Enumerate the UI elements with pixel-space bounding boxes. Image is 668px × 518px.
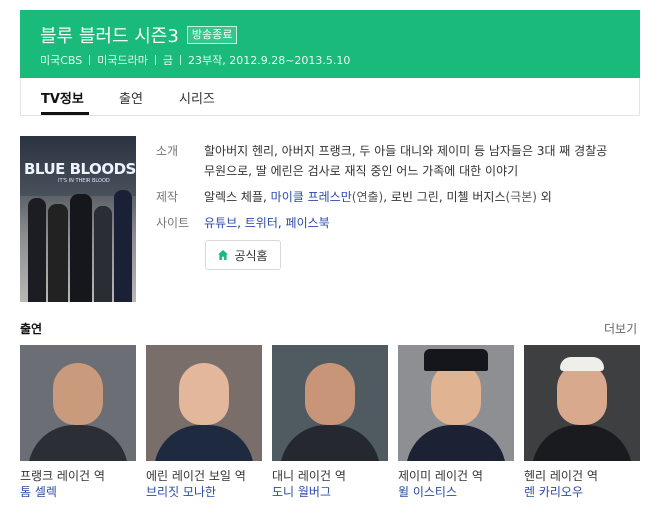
cast-photo[interactable]	[20, 345, 136, 461]
credit-name: 미첼 버지스	[446, 190, 506, 204]
program-info: 소개 할아버지 헨리, 아버지 프랭크, 두 아들 대니와 제이미 등 남자들은…	[156, 141, 614, 239]
meta-day: 금	[162, 54, 173, 67]
poster-tagline: IT'S IN THEIR BLOOD	[58, 178, 110, 184]
cast-card[interactable]: 대니 레이건 역 도니 월버그	[272, 345, 388, 500]
cast-role: 에린 레이건 보일 역	[146, 469, 246, 483]
photo-shape	[431, 363, 481, 425]
cast-actor[interactable]: 윌 이스티스	[398, 484, 514, 500]
site-label: 사이트	[156, 216, 190, 230]
cast-photo[interactable]	[146, 345, 262, 461]
credit-name: 로빈 그린	[390, 190, 439, 204]
poster-figure	[70, 194, 92, 302]
credit-name: 알렉스 체플	[204, 190, 264, 204]
program-header: 블루 블러드 시즌3 방송종료 미국CBS 미국드라마 금 23부작, 2012…	[20, 10, 640, 78]
production-label: 제작	[156, 190, 179, 204]
meta-divider	[180, 55, 181, 65]
photo-shape	[280, 425, 380, 461]
program-title[interactable]: 블루 블러드 시즌3	[40, 22, 179, 48]
intro-label: 소개	[156, 144, 179, 158]
meta-episodes: 23부작, 2012.9.28~2013.5.10	[188, 54, 351, 67]
poster-figure	[48, 204, 68, 302]
site-link-twitter[interactable]: 트위터	[245, 216, 278, 230]
photo-shape	[532, 425, 632, 461]
photo-shape	[557, 363, 607, 425]
poster-title: BLUE BLOODS	[24, 160, 136, 178]
active-tab-indicator	[41, 112, 89, 115]
status-badge: 방송종료	[186, 26, 238, 44]
photo-shape	[424, 349, 488, 371]
cast-role: 헨리 레이건 역	[524, 469, 598, 483]
more-link[interactable]: 더보기	[604, 320, 637, 337]
cast-actor[interactable]: 브리짓 모나한	[146, 484, 262, 500]
photo-shape	[28, 425, 128, 461]
tab-series[interactable]: 시리즈	[179, 88, 215, 107]
cast-card[interactable]: 에린 레이건 보일 역 브리짓 모나한	[146, 345, 262, 500]
cast-photo[interactable]	[524, 345, 640, 461]
tab-cast[interactable]: 출연	[119, 88, 143, 107]
credit-link[interactable]: 마이클 프레스만	[271, 190, 352, 204]
intro-text: 할아버지 헨리, 아버지 프랭크, 두 아들 대니와 제이미 등 남자들은 3대…	[204, 144, 608, 178]
poster-figure	[28, 198, 46, 302]
cast-role: 제이미 레이건 역	[398, 469, 483, 483]
site-links: 유튜브, 트위터, 페이스북	[204, 216, 330, 230]
cast-section-title: 출연	[20, 322, 43, 336]
cast-role: 대니 레이건 역	[272, 469, 346, 483]
poster-figure	[94, 206, 112, 302]
home-icon	[218, 250, 229, 260]
cast-photo[interactable]	[272, 345, 388, 461]
credit-role: (연출)	[351, 190, 384, 204]
program-meta: 미국CBS 미국드라마 금 23부작, 2012.9.28~2013.5.10	[40, 52, 350, 68]
meta-network: 미국CBS	[40, 54, 83, 67]
meta-divider	[154, 55, 156, 65]
tab-bar: TV정보 출연 시리즈	[20, 78, 640, 116]
meta-genre: 미국드라마	[97, 54, 148, 67]
official-home-label: 공식홈	[234, 248, 268, 263]
photo-shape	[560, 357, 604, 371]
credit-suffix: 외	[540, 190, 552, 204]
site-link-facebook[interactable]: 페이스북	[286, 216, 330, 230]
tab-tv-info[interactable]: TV정보	[41, 88, 84, 107]
program-poster[interactable]: BLUE BLOODS IT'S IN THEIR BLOOD	[20, 136, 136, 302]
cast-actor[interactable]: 톰 셀렉	[20, 484, 136, 500]
cast-actor[interactable]: 렌 카리오우	[524, 484, 640, 500]
site-link-youtube[interactable]: 유튜브	[204, 216, 237, 230]
photo-shape	[53, 363, 103, 425]
production-credits: 알렉스 체플, 마이클 프레스만(연출), 로빈 그린, 미첼 버지스(극본) …	[204, 190, 552, 204]
photo-shape	[179, 363, 229, 425]
cast-role: 프랭크 레이건 역	[20, 469, 105, 483]
cast-card[interactable]: 헨리 레이건 역 렌 카리오우	[524, 345, 640, 500]
cast-card[interactable]: 제이미 레이건 역 윌 이스티스	[398, 345, 514, 500]
meta-divider	[89, 55, 91, 65]
cast-actor[interactable]: 도니 월버그	[272, 484, 388, 500]
poster-figure	[114, 190, 132, 302]
cast-card[interactable]: 프랭크 레이건 역 톰 셀렉	[20, 345, 136, 500]
photo-shape	[154, 425, 254, 461]
photo-shape	[406, 425, 506, 461]
credit-role: (극본)	[505, 190, 537, 204]
official-home-button[interactable]: 공식홈	[205, 240, 281, 270]
cast-photo[interactable]	[398, 345, 514, 461]
photo-shape	[305, 363, 355, 425]
